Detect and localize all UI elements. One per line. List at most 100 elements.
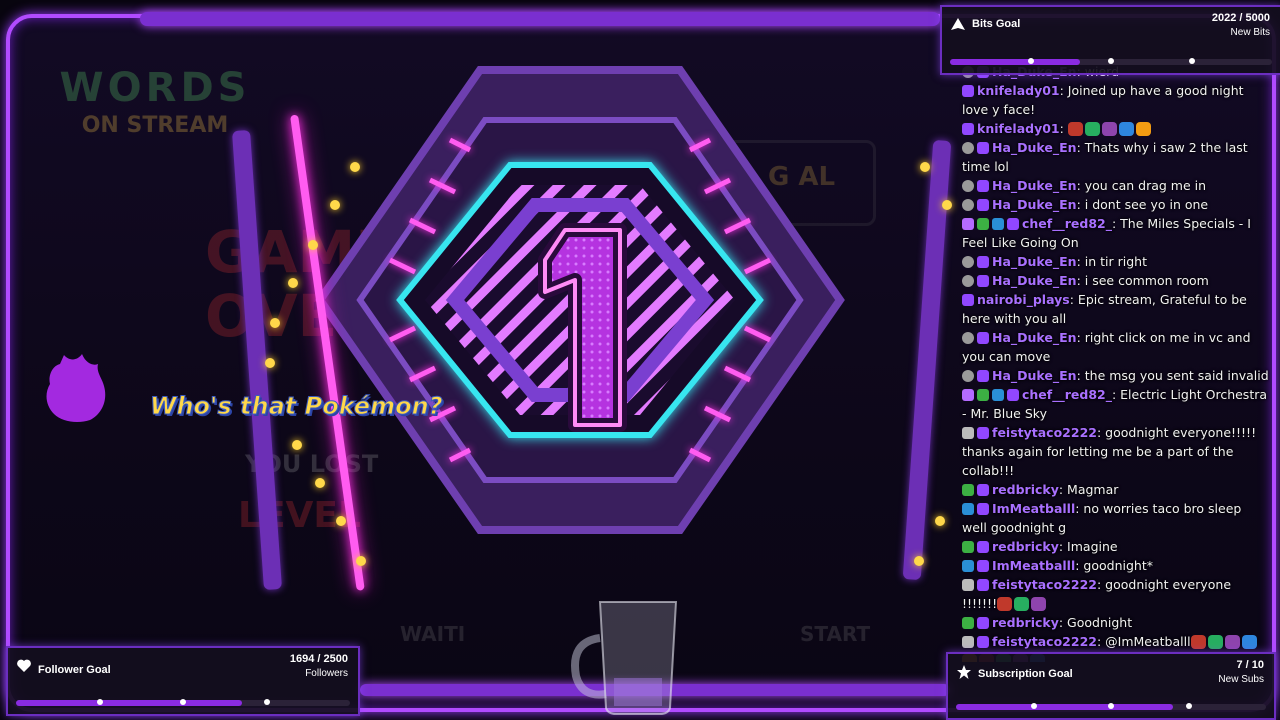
frame-top-bar (140, 12, 940, 26)
chat-username[interactable]: redbricky (992, 539, 1059, 554)
chat-text: : goodnight* (1075, 558, 1154, 573)
verified-badge-icon (962, 617, 974, 629)
sub-badge-icon (962, 389, 974, 401)
chat-text: : you can drag me in (1076, 178, 1207, 193)
verified-badge-icon (962, 484, 974, 496)
light-dot (920, 162, 930, 172)
goal-milestone (1027, 58, 1034, 64)
chat-username[interactable]: redbricky (992, 482, 1059, 497)
emote-icon (1241, 635, 1257, 649)
chat-text: : Imagine (1058, 539, 1118, 554)
goal-milestone (1185, 703, 1192, 709)
chat-message: Ha_Duke_En: i dont see yo in one (958, 195, 1270, 214)
goal-milestone (1030, 703, 1037, 709)
prime-badge-icon (977, 636, 989, 648)
chat-username[interactable]: redbricky (992, 615, 1059, 630)
subscription-goal-widget: Subscription Goal 7 / 10 New Subs (946, 652, 1276, 720)
chat-message: redbricky: Magmar (958, 480, 1270, 499)
chat-username[interactable]: Ha_Duke_En (992, 197, 1077, 212)
chat-username[interactable]: knifelady01 (977, 121, 1060, 136)
vip-badge-icon (992, 389, 1004, 401)
chat-username[interactable]: Ha_Duke_En (992, 140, 1077, 155)
goal-milestone (180, 699, 186, 705)
chat-username[interactable]: nairobi_plays (977, 292, 1070, 307)
goal-milestone (96, 699, 103, 705)
vip-badge-icon (962, 503, 974, 515)
prime-badge-icon (1007, 389, 1019, 401)
follower-goal-widget: Follower Goal 1694 / 2500 Followers (6, 646, 360, 716)
chat-username[interactable]: ImMeatballl (992, 501, 1075, 516)
heart-icon (17, 659, 31, 672)
tip-jar-mug (571, 601, 678, 715)
headphones-badge-icon (962, 199, 974, 211)
chat-username[interactable]: ImMeatballl (992, 558, 1075, 573)
chat-username[interactable]: chef__red82_ (1022, 387, 1112, 402)
chat-message: ImMeatballl: no worries taco bro sleep w… (958, 499, 1270, 537)
countdown-number: 1 (580, 347, 589, 364)
light-dot (356, 556, 366, 566)
emote-icon (1135, 122, 1151, 136)
follower-goal-track (16, 699, 350, 706)
light-dot (270, 318, 280, 328)
chat-message: chef__red82_: The Miles Specials - I Fee… (958, 214, 1270, 252)
chat-username[interactable]: Ha_Duke_En (992, 273, 1077, 288)
goal-milestone (263, 699, 270, 705)
light-dot (336, 516, 346, 526)
chat-username[interactable]: knifelady01 (977, 83, 1060, 98)
emote-icon (1031, 597, 1047, 611)
prime-badge-icon (977, 199, 989, 211)
light-dot (292, 440, 302, 450)
chat-username[interactable]: Ha_Duke_En (992, 368, 1077, 383)
emote-icon (1014, 597, 1030, 611)
vip-badge-icon (962, 560, 974, 572)
prime-badge-icon (962, 123, 974, 135)
chat-username[interactable]: Ha_Duke_En (992, 254, 1077, 269)
follower-goal-unit: Followers (305, 668, 348, 679)
prime-badge-icon (977, 256, 989, 268)
emote-icon (1067, 122, 1083, 136)
prime-badge-icon (1007, 218, 1019, 230)
prime-badge-icon (977, 332, 989, 344)
star-icon (957, 665, 971, 679)
chat-username[interactable]: Ha_Duke_En (992, 178, 1077, 193)
prime-badge-icon (977, 617, 989, 629)
chat-username[interactable]: chef__red82_ (1022, 216, 1112, 231)
light-dot (265, 358, 275, 368)
emote-icon (1207, 635, 1223, 649)
chat-message: nairobi_plays: Epic stream, Grateful to … (958, 290, 1270, 328)
chat-panel: Ha_Duke_En: wierdknifelady01: Joined up … (958, 62, 1270, 662)
subscription-goal-count: 7 / 10 (1236, 659, 1264, 671)
light-dot (308, 240, 318, 250)
chat-text: : Goodnight (1058, 615, 1133, 630)
emote-icon (1084, 122, 1100, 136)
chat-text: : (1059, 121, 1068, 136)
chat-text: : in tir right (1076, 254, 1147, 269)
chat-message: feistytaco2222: goodnight everyone !!!!!… (958, 575, 1270, 613)
light-dot (350, 162, 360, 172)
bits-goal-fill (950, 59, 1081, 65)
light-dot (315, 478, 325, 488)
prime-badge-icon (977, 560, 989, 572)
chat-text: : i see common room (1076, 273, 1209, 288)
chat-message: redbricky: Imagine (958, 537, 1270, 556)
chat-username[interactable]: Ha_Duke_En (992, 330, 1077, 345)
light-dot (288, 278, 298, 288)
headphones-badge-icon (962, 256, 974, 268)
goal-milestone (1188, 58, 1195, 64)
chat-username[interactable]: feistytaco2222 (992, 577, 1097, 592)
prime-badge-icon (977, 427, 989, 439)
prime-badge-icon (977, 180, 989, 192)
chat-username[interactable]: feistytaco2222 (992, 634, 1097, 649)
verified-badge-icon (962, 541, 974, 553)
light-dot (330, 200, 340, 210)
chat-text: : Magmar (1058, 482, 1119, 497)
chat-message: redbricky: Goodnight (958, 613, 1270, 632)
prime-badge-icon (962, 85, 974, 97)
vip-badge-icon (992, 218, 1004, 230)
chat-message: feistytaco2222: goodnight everyone!!!!! … (958, 423, 1270, 480)
chat-username[interactable]: feistytaco2222 (992, 425, 1097, 440)
prime-badge-icon (977, 579, 989, 591)
bits-icon (951, 18, 965, 30)
bits-goal-title: Bits Goal (972, 18, 1021, 30)
chat-text: : the msg you sent said invalid (1076, 368, 1269, 383)
